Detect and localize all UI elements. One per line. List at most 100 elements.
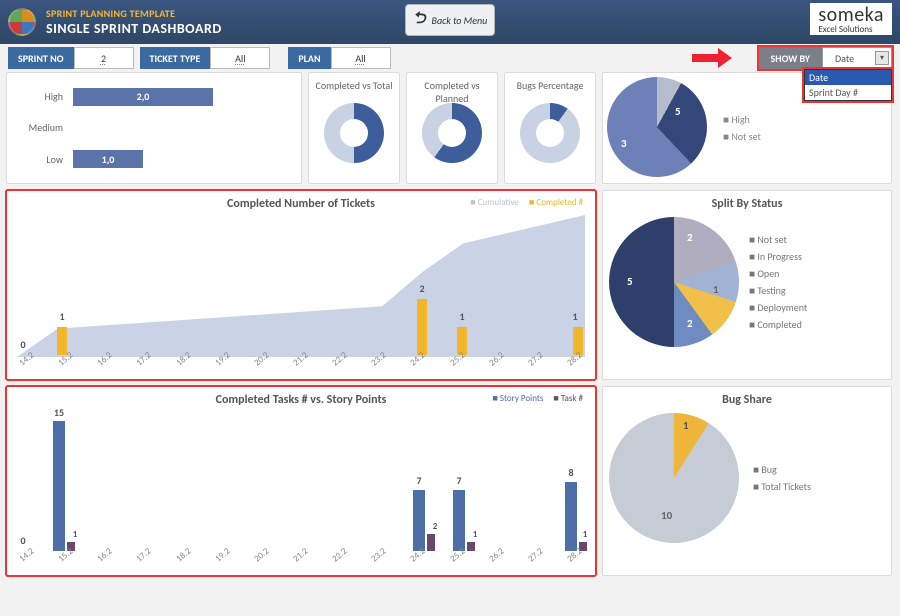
slice-label: 2 [687, 317, 693, 330]
chart-bar [53, 421, 65, 551]
data-label: 1 [583, 529, 588, 540]
priority-label: Low [17, 153, 63, 166]
app-header: SPRINT PLANNING TEMPLATE SINGLE SPRINT D… [0, 0, 900, 44]
chart-plot-area: 0 1 2 1 1 14.215.216.217.218.219.220.221… [17, 215, 585, 355]
donut-title: Completed vs Planned [409, 79, 495, 103]
legend-item: Completed [749, 318, 807, 331]
left-column: High 2,0 Medium Low 1,0 Completed vs Tot… [6, 72, 596, 576]
data-label: 1 [473, 529, 478, 540]
split-by-status-card: Split By Status 2 1 2 5 Not set In Progr… [602, 190, 892, 380]
data-label: 7 [456, 474, 461, 487]
show-by-option-sprintday[interactable]: Sprint Day # [805, 85, 891, 100]
data-label: 1 [572, 310, 577, 323]
brand-badge: someka Excel Solutions [810, 3, 892, 35]
priority-bar [73, 119, 75, 137]
sprint-no-label: SPRINT NO [8, 47, 74, 69]
legend-item: Not set [749, 233, 807, 246]
legend-item: Cumulative [470, 197, 519, 208]
status-legend: Not set In Progress Open Testing Deploym… [749, 233, 807, 331]
chart-plot-area: 0 15 1 7 2 7 1 8 1 14.215.216.217.218.21… [17, 411, 585, 551]
donut-bugs-percentage: Bugs Percentage [504, 72, 596, 184]
legend-item: Not set [723, 130, 761, 143]
slice-label: 3 [621, 137, 627, 150]
plan-filter[interactable]: PLAN All [288, 47, 390, 69]
template-name: SPRINT PLANNING TEMPLATE [46, 7, 222, 20]
sprint-no-value[interactable]: 2 [74, 47, 134, 69]
status-pie: 2 1 2 5 [609, 217, 739, 347]
cumulative-area [17, 215, 585, 357]
chart-title: Split By Status [609, 197, 885, 211]
chart-bar [413, 490, 425, 551]
legend-item: Deployment [749, 301, 807, 314]
x-axis: 14.215.216.217.218.219.220.221.222.223.2… [17, 360, 585, 371]
priority-bar: 2,0 [73, 88, 213, 106]
slice-label: 5 [627, 275, 633, 288]
show-by-filter[interactable]: SHOW BY Date ▾ [759, 47, 892, 69]
bug-legend: Bug Total Tickets [753, 463, 811, 493]
show-by-option-date[interactable]: Date [805, 70, 891, 85]
data-label: 1 [73, 529, 78, 540]
donut-chart [324, 103, 384, 163]
priority-label: High [17, 90, 63, 103]
priority-bars-card: High 2,0 Medium Low 1,0 [6, 72, 302, 184]
legend-item: Bug [753, 463, 811, 476]
show-by-value[interactable]: Date ▾ [822, 47, 892, 69]
plan-label: PLAN [288, 47, 330, 69]
back-to-menu-button[interactable]: ⮌ Back to Menu [405, 4, 495, 36]
callout-arrow-icon [692, 48, 732, 68]
donut-chart [520, 103, 580, 163]
right-column: 3 5 High Not set Split By Status 2 1 2 5… [602, 72, 892, 576]
data-label: 0 [20, 338, 25, 351]
data-label: 2 [419, 282, 424, 295]
app-logo-icon [8, 8, 36, 36]
ticket-type-value[interactable]: All [210, 47, 270, 69]
show-by-dropdown-popup[interactable]: Date Sprint Day # [804, 69, 892, 101]
legend-item: Total Tickets [753, 480, 811, 493]
chart-bar [565, 482, 577, 551]
priority-row-medium: Medium [17, 119, 291, 137]
mini-donuts-row: Completed vs Total Completed vs Planned … [308, 72, 596, 184]
priority-label: Medium [17, 121, 63, 134]
ticket-type-label: TICKET TYPE [140, 47, 211, 69]
data-label: 8 [568, 466, 573, 479]
sprint-no-filter[interactable]: SPRINT NO 2 [8, 47, 134, 69]
priority-row-high: High 2,0 [17, 88, 291, 106]
legend-item: In Progress [749, 250, 807, 263]
dropdown-caret-icon[interactable]: ▾ [875, 51, 889, 65]
back-label: Back to Menu [432, 15, 488, 26]
slice-label: 2 [687, 231, 693, 244]
data-label: 0 [20, 534, 25, 547]
data-label: 15 [54, 406, 64, 419]
donut-chart [422, 103, 482, 163]
tasks-vs-storypoints-chart: Completed Tasks # vs. Story Points Story… [6, 386, 596, 576]
priority-pie: 3 5 [607, 77, 707, 177]
legend-item: Completed # [529, 197, 583, 208]
legend-item: Open [749, 267, 807, 280]
donut-title: Bugs Percentage [517, 79, 584, 103]
slice-label: 1 [683, 419, 689, 432]
priority-row-low: Low 1,0 [17, 150, 291, 168]
slice-label: 5 [675, 105, 681, 118]
ticket-type-filter[interactable]: TICKET TYPE All [140, 47, 271, 69]
filter-bar: SPRINT NO 2 TICKET TYPE All PLAN All SHO… [0, 44, 900, 70]
completed-tickets-chart: Completed Number of Tickets Cumulative C… [6, 190, 596, 380]
slice-label: 10 [661, 509, 672, 522]
chart-bar [453, 490, 465, 551]
donut-title: Completed vs Total [315, 79, 392, 103]
dashboard-content: High 2,0 Medium Low 1,0 Completed vs Tot… [0, 70, 900, 582]
x-axis: 14.215.216.217.218.219.220.221.222.223.2… [17, 556, 585, 567]
bug-share-card: Bug Share 1 10 Bug Total Tickets [602, 386, 892, 576]
plan-value[interactable]: All [331, 47, 391, 69]
data-label: 1 [59, 310, 64, 323]
chart-legend: Story Points Task # [492, 393, 583, 404]
data-label: 7 [416, 474, 421, 487]
legend-item: Story Points [492, 393, 543, 404]
brand-name: someka [818, 5, 884, 25]
show-by-label: SHOW BY [759, 47, 822, 69]
slice-label: 1 [713, 283, 719, 296]
top-row: High 2,0 Medium Low 1,0 Completed vs Tot… [6, 72, 596, 184]
priority-bar: 1,0 [73, 150, 143, 168]
bug-pie: 1 10 [609, 413, 739, 543]
chart-title: Bug Share [609, 393, 885, 407]
back-arrow-icon: ⮌ [413, 7, 426, 34]
